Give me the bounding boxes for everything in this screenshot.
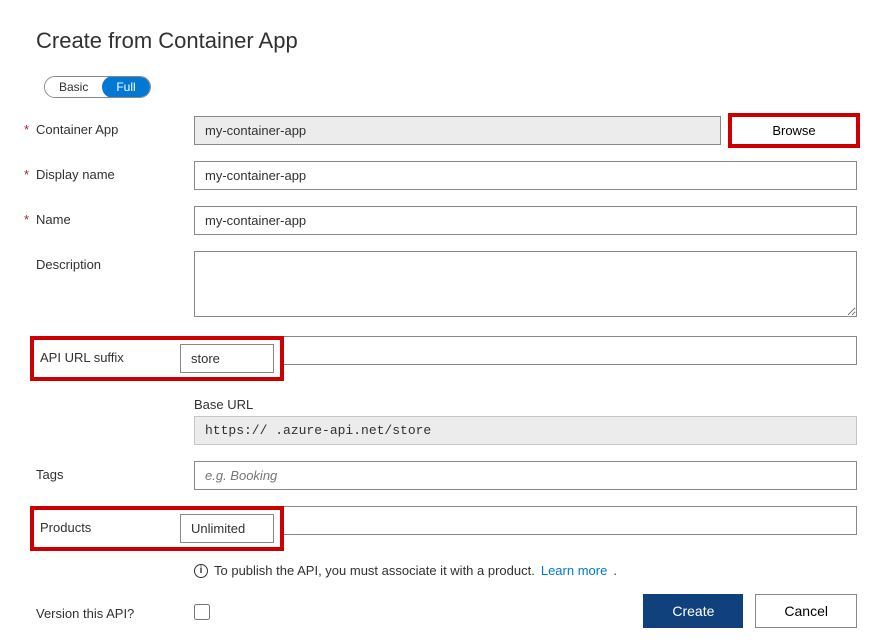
toggle-basic[interactable]: Basic [45, 76, 102, 98]
description-label: Description [36, 257, 101, 272]
products-info: i To publish the API, you must associate… [194, 563, 857, 578]
version-checkbox[interactable] [194, 604, 210, 620]
display-name-label: Display name [36, 167, 115, 182]
products-label: Products [40, 514, 180, 543]
required-star-icon: * [24, 212, 29, 227]
products-input[interactable] [180, 514, 274, 543]
container-app-label: Container App [36, 122, 118, 137]
base-url-label: Base URL [194, 397, 857, 412]
base-url-value: https:// .azure-api.net/store [194, 416, 857, 445]
page-title: Create from Container App [36, 28, 857, 54]
api-url-suffix-label: API URL suffix [40, 344, 180, 373]
products-info-text: To publish the API, you must associate i… [214, 563, 535, 578]
learn-more-link[interactable]: Learn more [541, 563, 607, 578]
api-url-suffix-extension[interactable] [284, 336, 857, 365]
tags-label: Tags [36, 467, 63, 482]
info-icon: i [194, 564, 208, 578]
products-extension[interactable] [284, 506, 857, 535]
required-star-icon: * [24, 167, 29, 182]
display-name-input[interactable] [194, 161, 857, 190]
toggle-full[interactable]: Full [102, 76, 149, 98]
required-star-icon: * [24, 122, 29, 137]
name-input[interactable] [194, 206, 857, 235]
name-label: Name [36, 212, 71, 227]
api-url-suffix-input[interactable] [180, 344, 274, 373]
create-button[interactable]: Create [643, 594, 743, 628]
version-label: Version this API? [36, 606, 134, 621]
browse-button[interactable]: Browse [731, 116, 857, 145]
mode-toggle[interactable]: Basic Full [44, 76, 151, 98]
description-input[interactable] [194, 251, 857, 317]
tags-input[interactable] [194, 461, 857, 490]
container-app-input[interactable] [194, 116, 721, 145]
cancel-button[interactable]: Cancel [755, 594, 857, 628]
